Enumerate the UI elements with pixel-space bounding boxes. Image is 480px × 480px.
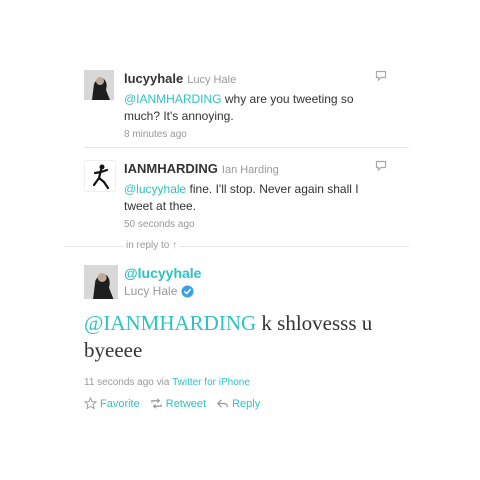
- star-icon: [84, 397, 97, 410]
- retweet-button[interactable]: Retweet: [150, 397, 206, 410]
- verified-badge-icon: [181, 284, 194, 298]
- tweet-2-body: IANMHARDING Ian Harding @lucyyhale fine. …: [84, 160, 409, 230]
- main-tweet-text: @IANMHARDING k shlovesss u byeeee: [84, 310, 404, 364]
- tweet-2: IANMHARDING Ian Harding @lucyyhale fine. …: [84, 160, 409, 230]
- tweet-actions: Favorite Retweet Reply: [84, 397, 260, 410]
- main-tweet-header: @lucyyhale Lucy Hale: [124, 265, 201, 298]
- tweet-username[interactable]: IANMHARDING: [124, 161, 218, 176]
- retweet-icon: [151, 398, 162, 409]
- speech-bubble-icon[interactable]: [375, 70, 387, 82]
- reply-arrow-icon: [217, 399, 228, 408]
- favorite-button[interactable]: Favorite: [84, 397, 140, 410]
- tweet-text: @IANMHARDING why are you tweeting so muc…: [124, 91, 384, 125]
- tweet-fullname: Lucy Hale: [187, 74, 237, 86]
- main-fullname-row: Lucy Hale: [124, 284, 201, 298]
- speech-bubble-icon[interactable]: [375, 160, 387, 172]
- favorite-label: Favorite: [100, 397, 140, 410]
- main-timestamp[interactable]: 11 seconds ago: [84, 377, 154, 388]
- divider: [84, 147, 409, 148]
- main-handle[interactable]: @lucyyhale: [124, 265, 201, 281]
- avatar-photo-icon: [84, 265, 118, 299]
- in-reply-divider: [64, 246, 409, 247]
- main-source-link[interactable]: Twitter for iPhone: [172, 377, 250, 388]
- tweet-mention[interactable]: @lucyyhale: [124, 182, 186, 196]
- tweet-username[interactable]: lucyyhale: [124, 71, 183, 86]
- retweet-label: Retweet: [165, 397, 207, 410]
- tweet-1: lucyyhale Lucy Hale @IANMHARDING why are …: [84, 70, 409, 140]
- avatar-main-lucyyhale[interactable]: [84, 265, 118, 299]
- tweet-timestamp[interactable]: 50 seconds ago: [124, 219, 409, 230]
- reply-button[interactable]: Reply: [216, 397, 260, 410]
- main-mention[interactable]: @IANMHARDING: [84, 311, 256, 335]
- tweet-text: @lucyyhale fine. I'll stop. Never again …: [124, 181, 384, 215]
- tweet-mention[interactable]: @IANMHARDING: [124, 92, 222, 106]
- in-reply-to-link[interactable]: in reply to ↑: [124, 240, 180, 251]
- tweet-fullname: Ian Harding: [221, 164, 279, 176]
- main-tweet-meta: 11 seconds ago via Twitter for iPhone: [84, 377, 250, 388]
- main-fullname: Lucy Hale: [124, 284, 178, 298]
- reply-label: Reply: [232, 397, 261, 410]
- tweet-timestamp[interactable]: 8 minutes ago: [124, 129, 409, 140]
- main-via: via: [156, 377, 170, 388]
- tweet-1-body: lucyyhale Lucy Hale @IANMHARDING why are …: [84, 70, 409, 140]
